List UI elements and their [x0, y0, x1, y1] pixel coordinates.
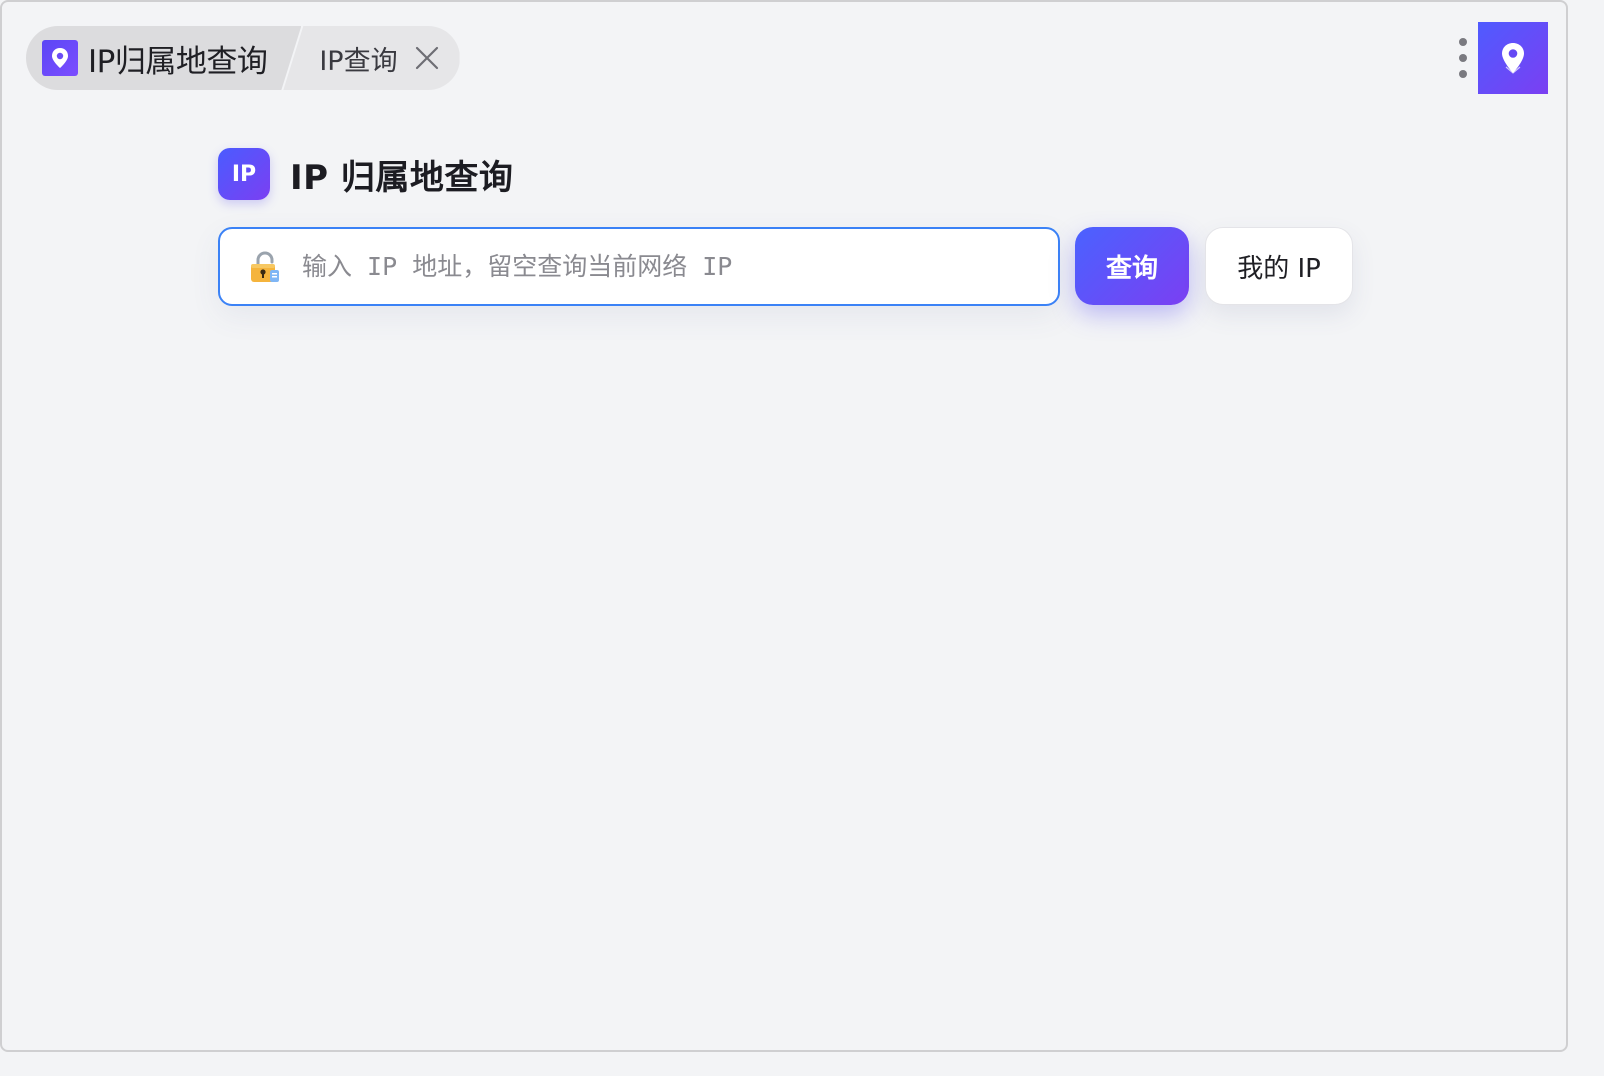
close-icon[interactable] [412, 43, 442, 73]
page-title: IP 归属地查询 [290, 157, 514, 198]
search-box [218, 227, 1060, 306]
lock-icon [248, 250, 282, 284]
tab-sub-label: IP查询 [319, 45, 398, 77]
page-heading: IP IP 归属地查询 [218, 148, 513, 200]
tab-bar: IP归属地查询 IP查询 [26, 26, 460, 90]
query-button[interactable]: 查询 [1075, 227, 1189, 305]
my-ip-button[interactable]: 我的 IP [1205, 227, 1353, 305]
tab-main-label: IP归属地查询 [88, 43, 268, 80]
location-pin-icon[interactable] [1478, 22, 1548, 94]
tab-ip-query[interactable]: IP查询 [283, 26, 460, 90]
ip-search-input[interactable] [302, 229, 1058, 304]
app-window: IP归属地查询 IP查询 IP IP 归属地查询 输入 IP 地址，留空查询当前… [0, 0, 1568, 1052]
ip-badge: IP [218, 148, 270, 200]
more-vertical-icon[interactable] [1454, 34, 1472, 82]
location-pin-icon [42, 40, 78, 76]
tab-ip-location-query[interactable]: IP归属地查询 [26, 26, 301, 90]
